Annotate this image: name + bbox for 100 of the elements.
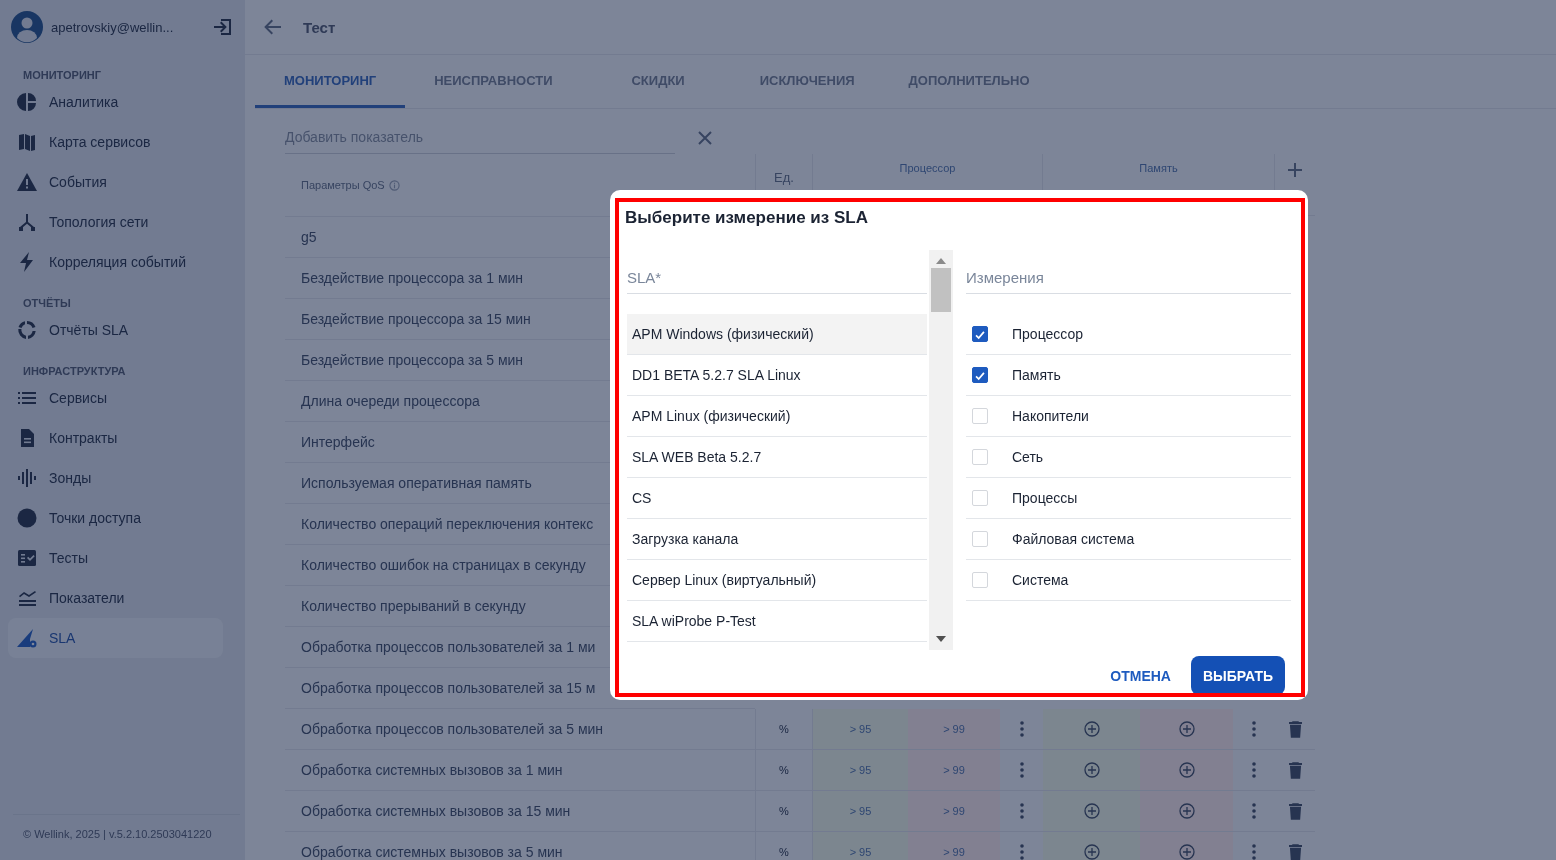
column-header: Ед.: [774, 170, 794, 185]
more-icon[interactable]: [1252, 762, 1256, 778]
more-icon[interactable]: [1019, 762, 1024, 778]
nav-item[interactable]: Точки доступа: [8, 498, 223, 538]
page-title: Тест: [303, 18, 336, 36]
trash-icon[interactable]: [1288, 802, 1302, 820]
tab[interactable]: МОНИТОРИНГ: [255, 55, 406, 108]
table-cell: Обработка системных вызовов за 1 мин: [301, 762, 563, 778]
chart-lines-icon: [17, 588, 37, 608]
warning-icon: [17, 172, 37, 192]
sla-option[interactable]: DD1 BETA 5.2.7 SLA Linux: [627, 355, 927, 396]
checklist-icon: [17, 548, 37, 568]
add-circle-icon[interactable]: [1083, 844, 1100, 860]
scroll-down-icon[interactable]: [936, 636, 946, 642]
nav-item[interactable]: Зонды: [8, 458, 223, 498]
nav-item[interactable]: События: [8, 162, 223, 202]
circle-icon: [17, 508, 37, 528]
table-cell: Используемая оперативная память: [301, 475, 532, 491]
network-icon: [17, 212, 37, 232]
scroll-up-icon[interactable]: [936, 258, 946, 264]
nav-item[interactable]: SLA: [8, 618, 223, 658]
nav-item[interactable]: Контракты: [8, 418, 223, 458]
table-cell: %: [779, 846, 789, 858]
measure-label: Файловая система: [1012, 531, 1135, 547]
sla-option[interactable]: APM Windows (физический): [627, 314, 927, 355]
nav-item[interactable]: Показатели: [8, 578, 223, 618]
table-cell: %: [779, 805, 789, 817]
table-cell: Количество ошибок на страницах в секунду: [301, 557, 586, 573]
sla-field[interactable]: SLA*: [627, 250, 927, 294]
add-circle-icon[interactable]: [1083, 803, 1100, 819]
more-icon[interactable]: [1252, 803, 1256, 819]
checkbox[interactable]: [972, 326, 988, 342]
nav-item[interactable]: Тесты: [8, 538, 223, 578]
table-cell: > 95: [849, 805, 872, 817]
table-cell: > 99: [943, 723, 965, 735]
sla-option[interactable]: SLA WEB Beta 5.2.7: [627, 437, 927, 478]
scroll-thumb[interactable]: [931, 268, 951, 312]
info-icon: [388, 179, 400, 191]
sla-option[interactable]: APM Linux (физический): [627, 396, 927, 437]
tab[interactable]: ДОПОЛНИТЕЛЬНО: [879, 55, 1059, 108]
measure-label: Процессы: [1012, 490, 1078, 506]
dialog-title: Выберите измерение из SLA: [625, 208, 869, 229]
sla-option[interactable]: Загрузка канала: [627, 519, 927, 560]
scrollbar[interactable]: [929, 250, 953, 650]
sla-gear-icon: [17, 628, 37, 648]
table-cell: Количество операций переключения контекс: [301, 516, 594, 532]
footer-text: © Wellink, 2025 | v.5.2.10.2503041220: [13, 814, 240, 840]
nav-item[interactable]: Отчёты SLA: [8, 310, 223, 350]
table-cell: %: [779, 723, 789, 735]
add-circle-icon[interactable]: [1083, 721, 1100, 737]
add-icon[interactable]: [1287, 162, 1303, 178]
table-cell: Бездействие процессора за 1 мин: [301, 270, 524, 286]
checkbox[interactable]: [972, 367, 988, 383]
nav-item[interactable]: Корреляция событий: [8, 242, 223, 282]
logout-icon[interactable]: [213, 17, 233, 37]
add-circle-icon[interactable]: [1083, 762, 1100, 778]
trash-icon[interactable]: [1288, 843, 1302, 860]
back-arrow-icon[interactable]: [263, 17, 283, 37]
tab[interactable]: ИСКЛЮЧЕНИЯ: [734, 55, 880, 108]
cancel-button[interactable]: ОТМЕНА: [1096, 657, 1185, 694]
sla-option[interactable]: CS: [627, 478, 927, 519]
sla-option[interactable]: Сервер Linux (виртуальный): [627, 560, 927, 601]
table-cell: > 95: [849, 764, 872, 776]
select-button[interactable]: ВЫБРАТЬ: [1191, 656, 1285, 695]
nav-item[interactable]: Аналитика: [8, 82, 223, 122]
table-cell: > 95: [849, 846, 872, 858]
nav-item[interactable]: Сервисы: [8, 378, 223, 418]
map-icon: [17, 132, 37, 152]
section-title: МОНИТОРИНГ: [22, 68, 102, 82]
measure-label: Память: [1012, 367, 1061, 383]
table-cell: > 95: [849, 723, 872, 735]
table-cell: > 99: [943, 846, 965, 858]
trash-icon[interactable]: [1288, 761, 1302, 779]
close-icon[interactable]: [697, 129, 713, 146]
measure-label: Сеть: [1012, 449, 1044, 465]
sla-option[interactable]: SLA wiProbe P-Test: [627, 601, 927, 642]
tab[interactable]: НЕИСПРАВНОСТИ: [405, 55, 582, 108]
nav-item[interactable]: Карта сервисов: [8, 122, 223, 162]
add-circle-icon[interactable]: [1178, 762, 1195, 778]
add-circle-icon[interactable]: [1178, 844, 1195, 860]
more-icon[interactable]: [1252, 721, 1256, 737]
add-circle-icon[interactable]: [1178, 803, 1195, 819]
more-icon[interactable]: [1019, 803, 1024, 819]
pie-chart-icon: [17, 92, 37, 112]
table-cell: > 99: [943, 805, 965, 817]
column-header: Параметры QoS: [301, 179, 385, 191]
table-cell: Интерфейс: [301, 434, 375, 450]
measure-label: Система: [1012, 572, 1069, 588]
more-icon[interactable]: [1252, 844, 1256, 860]
more-icon[interactable]: [1019, 844, 1024, 860]
section-title: ИНФРАСТРУКТУРА: [22, 364, 127, 378]
nav-item[interactable]: Топология сети: [8, 202, 223, 242]
measures-field[interactable]: Измерения: [966, 250, 1291, 294]
trash-icon[interactable]: [1288, 720, 1302, 738]
tab[interactable]: СКИДКИ: [581, 55, 735, 108]
table-cell: Обработка системных вызовов за 15 мин: [301, 803, 571, 819]
table-cell: Обработка процессов пользователей за 5 мин: [301, 721, 604, 737]
more-icon[interactable]: [1019, 721, 1024, 737]
avatar-icon: [11, 11, 43, 43]
add-circle-icon[interactable]: [1178, 721, 1195, 737]
